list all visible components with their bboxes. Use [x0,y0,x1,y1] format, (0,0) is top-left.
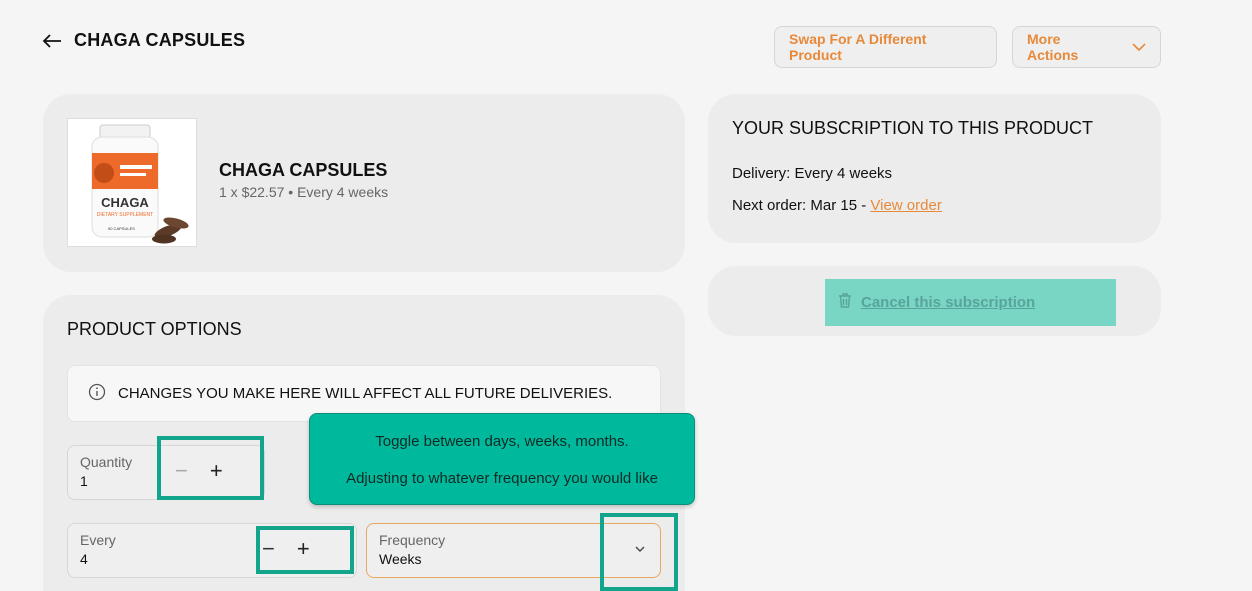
every-stepper: Every 4 − + [67,523,357,578]
info-icon [88,383,106,405]
chevron-down-icon[interactable] [634,541,646,559]
frequency-tooltip: Toggle between days, weeks, months. Adju… [309,413,695,505]
cancel-subscription-label: Cancel this subscription [861,294,1036,311]
every-decrease-button[interactable]: − [262,536,275,562]
swap-product-label: Swap For A Different Product [789,31,927,63]
next-order-info: Next order: Mar 15 - View order [732,197,942,214]
tooltip-line-2: Adjusting to whatever frequency you woul… [346,470,658,487]
more-actions-label: More Actions [1027,31,1079,63]
chevron-down-icon [1132,39,1146,55]
frequency-value: Weeks [379,551,422,567]
product-image-sublabel: DIETARY SUPPLEMENT [97,212,153,218]
next-order-separator: - [861,197,867,214]
quantity-increase-button[interactable]: + [210,458,223,484]
notice-text: CHANGES YOU MAKE HERE WILL AFFECT ALL FU… [118,385,613,402]
quantity-label: Quantity [80,454,133,470]
frequency-label: Frequency [379,532,446,548]
product-image-count: 90 CAPSULES [108,226,135,231]
every-increase-button[interactable]: + [297,536,310,562]
quantity-controls: − + [175,458,223,484]
every-controls: − + [262,536,310,562]
swap-product-button[interactable]: Swap For A Different Product [774,26,997,68]
page-header: CHAGA CAPSULES [42,30,245,51]
quantity-stepper: Quantity 1 − + [67,445,265,500]
page-title: CHAGA CAPSULES [74,30,246,50]
product-meta: 1 x $22.57 • Every 4 weeks [219,184,389,200]
cancel-card: Cancel this subscription [708,266,1161,336]
delivery-info: Delivery: Every 4 weeks [732,165,893,182]
trash-icon [837,292,853,314]
options-title: PRODUCT OPTIONS [67,319,242,339]
tooltip-line-1: Toggle between days, weeks, months. [375,433,629,450]
subscription-card: YOUR SUBSCRIPTION TO THIS PRODUCT Delive… [708,94,1161,243]
back-arrow-icon[interactable] [42,31,62,51]
product-name: CHAGA CAPSULES [219,160,388,180]
product-card: CHAGA DIETARY SUPPLEMENT 90 CAPSULES CHA… [43,94,685,272]
more-actions-button[interactable]: More Actions [1012,26,1161,68]
product-image: CHAGA DIETARY SUPPLEMENT 90 CAPSULES [67,118,197,247]
quantity-decrease-button[interactable]: − [175,458,188,484]
frequency-select[interactable]: Frequency Weeks [366,523,661,578]
quantity-value[interactable]: 1 [80,473,88,489]
cancel-subscription-button[interactable]: Cancel this subscription [825,279,1116,326]
every-label: Every [80,532,116,548]
subscription-title: YOUR SUBSCRIPTION TO THIS PRODUCT [732,118,1094,138]
view-order-link[interactable]: View order [870,197,941,214]
every-value[interactable]: 4 [80,551,88,567]
product-image-label: CHAGA [101,195,149,210]
next-order-text: Next order: Mar 15 [732,197,858,214]
